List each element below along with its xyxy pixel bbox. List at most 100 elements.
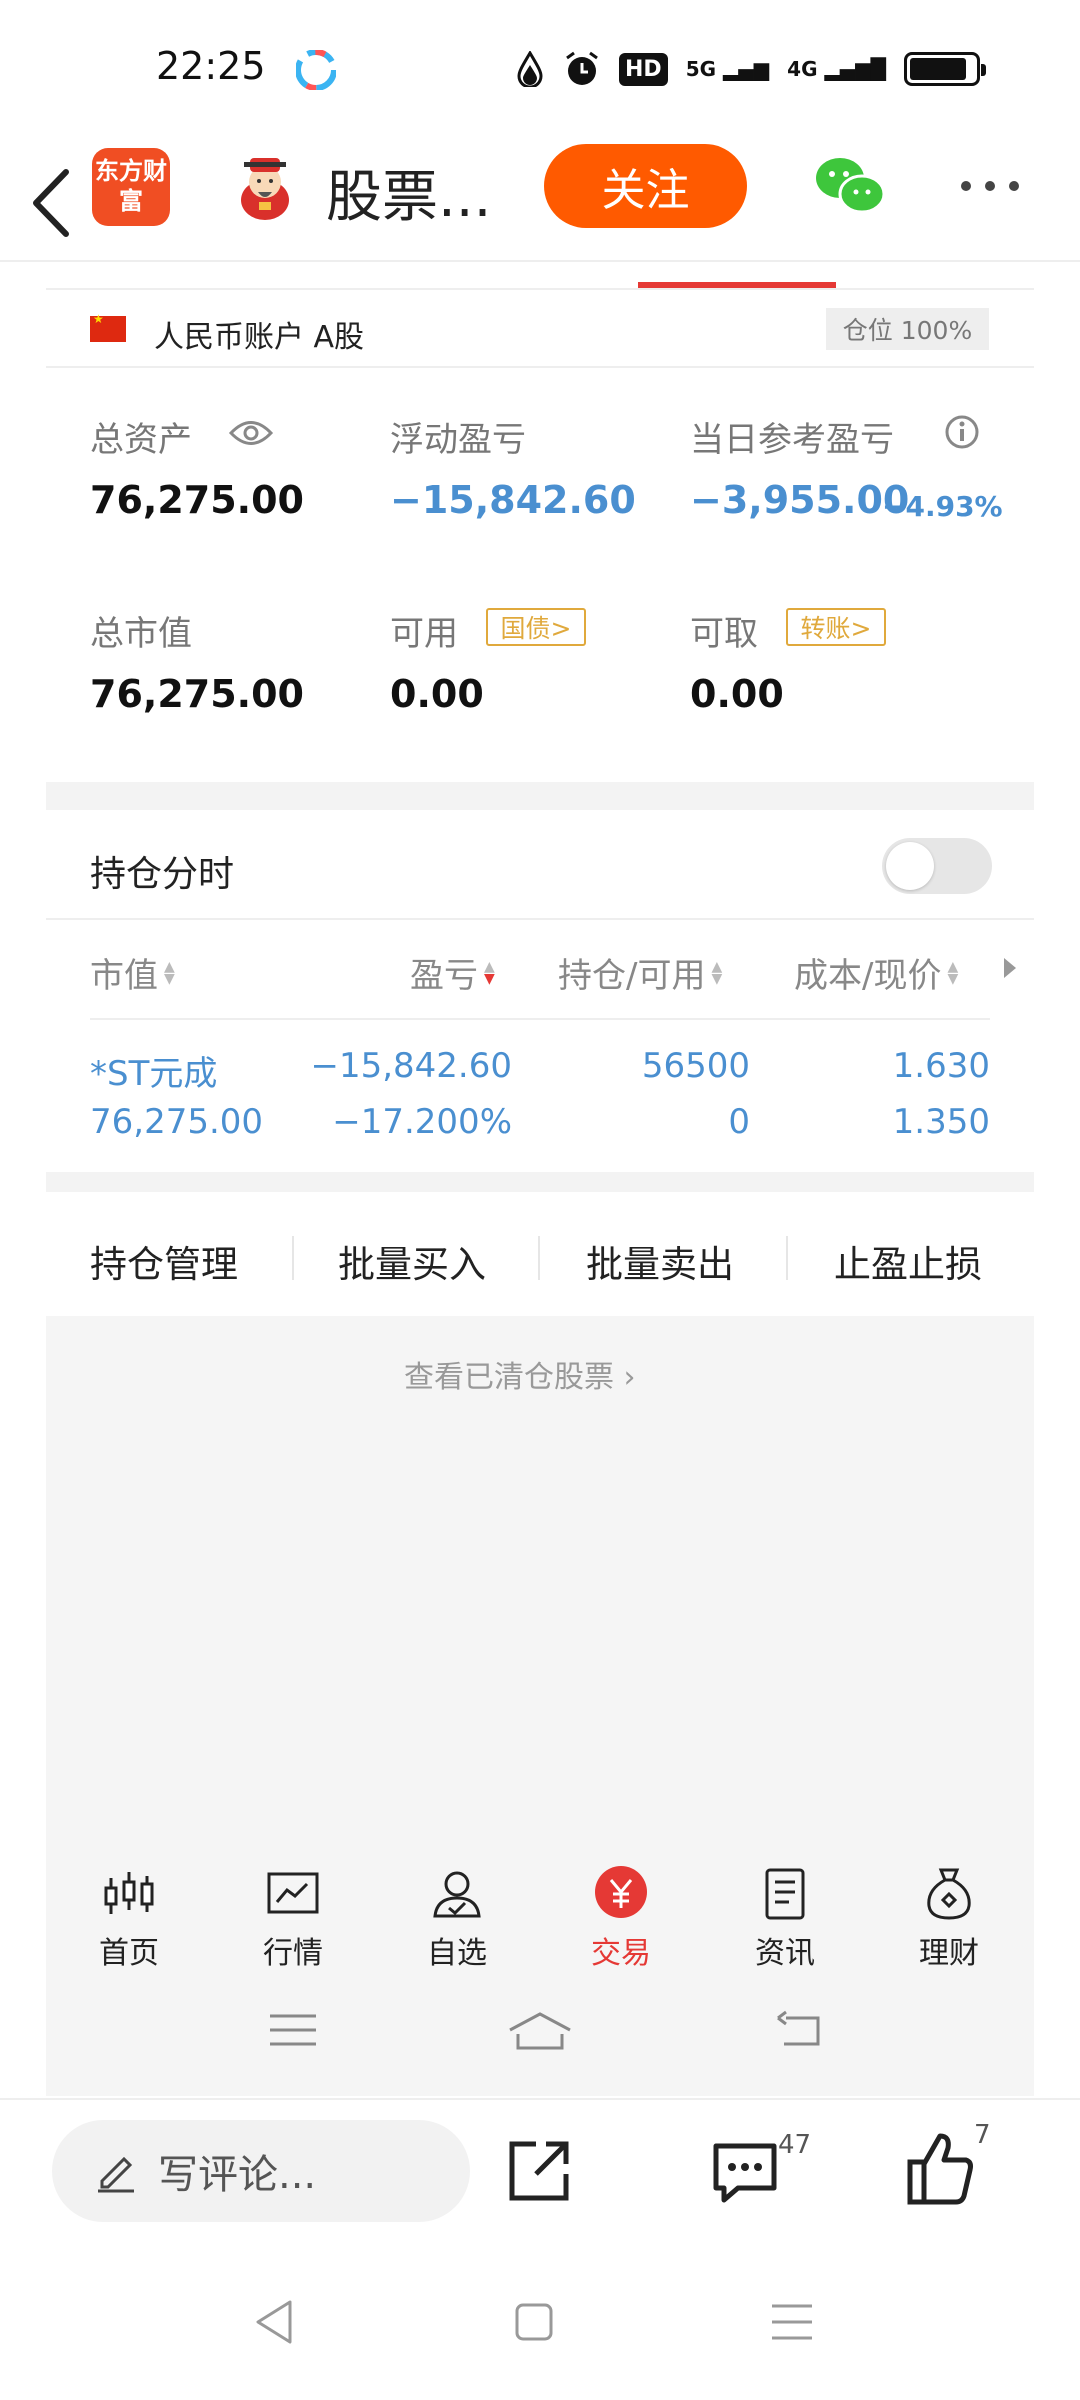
sort-icon: ▲ ▼ [711,958,723,987]
document-icon [765,1868,805,1920]
like-count: 7 [974,2120,991,2150]
intraday-toggle[interactable] [882,838,992,894]
status-indicators: HD 5G ▂▄▆ 4G ▂▄▆█ [515,50,986,88]
intraday-holdings-label: 持仓分时 [90,854,235,895]
nav-home-square-icon[interactable] [514,2302,554,2342]
nav-wealth[interactable]: 理财 [894,1864,1004,1972]
nav-label: 资讯 [755,1936,815,1971]
bond-button[interactable]: 国债> [486,608,586,646]
divider [538,1236,540,1280]
nav-label: 理财 [919,1936,979,1971]
candlestick-icon [104,1872,154,1914]
home-icon [509,2012,571,2050]
manage-holdings-button[interactable]: 持仓管理 [90,1234,238,1288]
yuan-icon [595,1866,647,1918]
hd-voice-indicator: HD [619,52,668,86]
back-arrow-icon[interactable] [24,158,84,248]
section-separator [46,1172,1034,1192]
account-label: 人民币账户 A股 [154,320,365,355]
divider [46,918,1034,920]
col-header-cost-price[interactable]: 成本/现价 ▲ ▼ [794,948,958,997]
sort-icon: ▲ ▼ [164,958,175,987]
nav-recents-icon[interactable] [770,2300,814,2344]
col-header-pl[interactable]: 盈亏 ▲ ▼ [410,948,495,997]
pencil-icon [98,2156,134,2193]
comment-icon[interactable] [710,2140,780,2206]
nav-label: 交易 [591,1936,651,1971]
transfer-button[interactable]: 转账> [786,608,886,646]
nav-label: 首页 [99,1936,159,1971]
money-bag-icon [927,1868,971,1920]
divider [786,1236,788,1280]
china-flag-icon [90,312,126,342]
caishen-avatar [241,158,289,220]
daily-pl-label: 当日参考盈亏 [690,420,894,460]
stop-profit-loss-button[interactable]: 止盈止损 [834,1234,982,1288]
follow-button[interactable]: 关注 [544,144,747,228]
comment-count: 47 [778,2130,812,2160]
signal-4g-icon: 4G ▂▄▆█ [787,57,886,81]
eastmoney-logo[interactable]: 东方财富 [92,148,170,226]
withdrawable-label: 可取 [690,614,758,654]
total-assets-value: 76,275.00 [90,478,304,522]
stock-cost: 1.630 [892,1046,990,1086]
table-row[interactable] [46,1020,1034,1170]
section-separator [46,782,1034,810]
menu-icon [270,2014,316,2046]
batch-buy-button[interactable]: 批量买入 [338,1234,486,1288]
battery-icon [904,52,986,86]
share-icon[interactable] [506,2138,572,2204]
view-cleared-stocks-link[interactable]: 查看已清仓股票 › [404,1352,636,1396]
chart-icon [267,1872,319,1914]
nav-label: 自选 [427,1936,487,1971]
stock-market-value: 76,275.00 [90,1102,264,1142]
total-assets-label: 总资产 [90,420,192,460]
withdrawable-value: 0.00 [690,672,784,716]
alarm-icon [566,51,598,85]
info-icon[interactable] [944,414,980,450]
available-label: 可用 [390,614,458,654]
sort-icon: ▲ ▼ [947,958,959,987]
divider [292,1236,294,1280]
page-title: 股票... [326,165,492,230]
nav-news[interactable]: 资讯 [730,1864,840,1972]
user-check-icon [433,1871,481,1918]
more-options-icon[interactable] [960,178,1020,194]
stock-pl-percent: −17.200% [332,1102,512,1142]
nav-back-triangle-icon[interactable] [252,2298,296,2346]
embedded-screenshot-area [46,1316,1034,2096]
sort-desc-icon: ▲ ▼ [484,958,495,987]
scroll-right-icon[interactable] [1004,958,1016,978]
daily-pl-percent: −4.93% [882,490,1003,523]
batch-sell-button[interactable]: 批量卖出 [586,1234,734,1288]
position-ratio-badge: 仓位 100% [826,308,989,350]
like-icon[interactable] [906,2130,976,2206]
nav-home[interactable]: 首页 [74,1864,184,1972]
wechat-icon[interactable] [812,154,888,218]
stock-name[interactable]: *ST元成 [90,1046,217,1095]
water-drop-icon [517,51,543,87]
comment-placeholder: 写评论... [158,2152,317,2198]
nav-trade[interactable]: 交易 [566,1864,676,1972]
nav-label: 行情 [263,1936,323,1971]
app-notification-icon [296,50,336,90]
signal-5g-icon: 5G ▂▄▆ [685,57,770,81]
market-value-value: 76,275.00 [90,672,304,716]
floating-pl-label: 浮动盈亏 [390,420,526,460]
col-header-position[interactable]: 持仓/可用 ▲ ▼ [558,948,722,997]
eye-icon[interactable] [228,418,274,448]
stock-price: 1.350 [892,1102,990,1142]
stock-pl: −15,842.60 [310,1046,512,1086]
available-value: 0.00 [390,672,484,716]
comment-input[interactable]: 写评论... [52,2120,470,2222]
status-time: 22:25 [156,44,266,88]
col-header-market-value[interactable]: 市值 ▲ ▼ [90,948,175,997]
daily-pl-value: −3,955.00 [690,478,910,522]
stock-position: 56500 [641,1046,750,1086]
status-bar: 22:25 HD 5G ▂▄▆ 4G ▂▄▆█ [0,0,1080,140]
stock-available: 0 [728,1102,750,1142]
market-value-label: 总市值 [90,614,192,654]
nav-watchlist[interactable]: 自选 [402,1864,512,1972]
nav-market[interactable]: 行情 [238,1864,348,1972]
back-icon [777,2010,820,2046]
